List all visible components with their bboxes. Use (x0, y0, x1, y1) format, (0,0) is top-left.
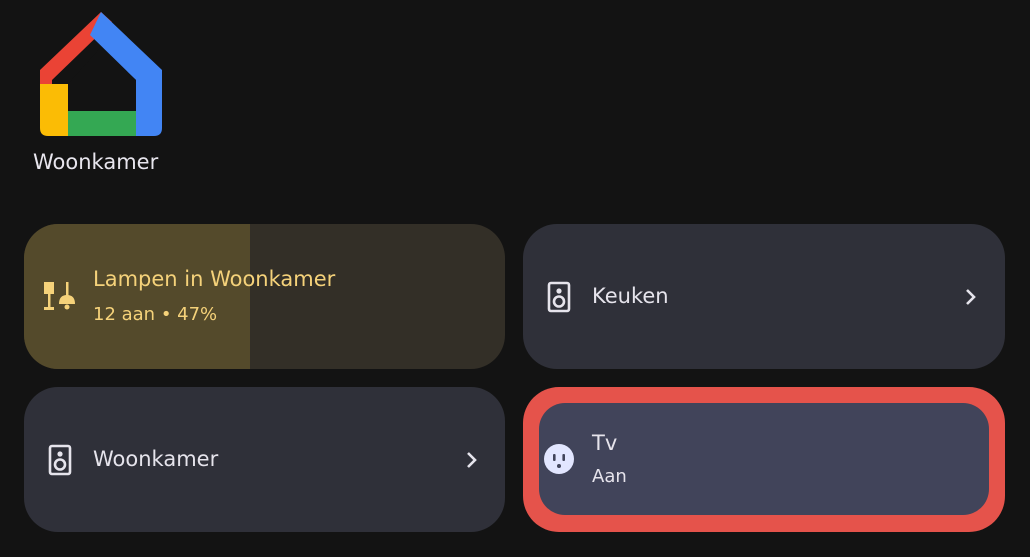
woonkamer-title: Woonkamer (93, 447, 219, 471)
speaker-icon (547, 281, 571, 313)
lamps-status: 12 aan • 47% (93, 304, 218, 325)
google-home-room-screen: Woonkamer Lampen in Woonkamer 12 aan • 4… (0, 0, 1030, 557)
lamps-tile[interactable]: Lampen in Woonkamer 12 aan • 47% (24, 224, 505, 369)
speaker-icon (48, 444, 72, 476)
woonkamer-speaker-tile[interactable]: Woonkamer (24, 387, 505, 532)
tv-status: Aan (592, 466, 627, 487)
keuken-speaker-tile[interactable]: Keuken (523, 224, 1005, 369)
outlet-icon (544, 444, 574, 474)
tv-outlet-tile[interactable]: Tv Aan (539, 403, 989, 515)
lamp-icon (44, 282, 75, 310)
chevron-right-icon (467, 452, 477, 468)
tv-title: Tv (592, 431, 618, 455)
lamps-title: Lampen in Woonkamer (93, 267, 336, 291)
keuken-title: Keuken (592, 284, 669, 308)
chevron-right-icon (966, 289, 976, 305)
home-name: Woonkamer (33, 150, 159, 174)
google-home-logo-icon (40, 12, 162, 136)
